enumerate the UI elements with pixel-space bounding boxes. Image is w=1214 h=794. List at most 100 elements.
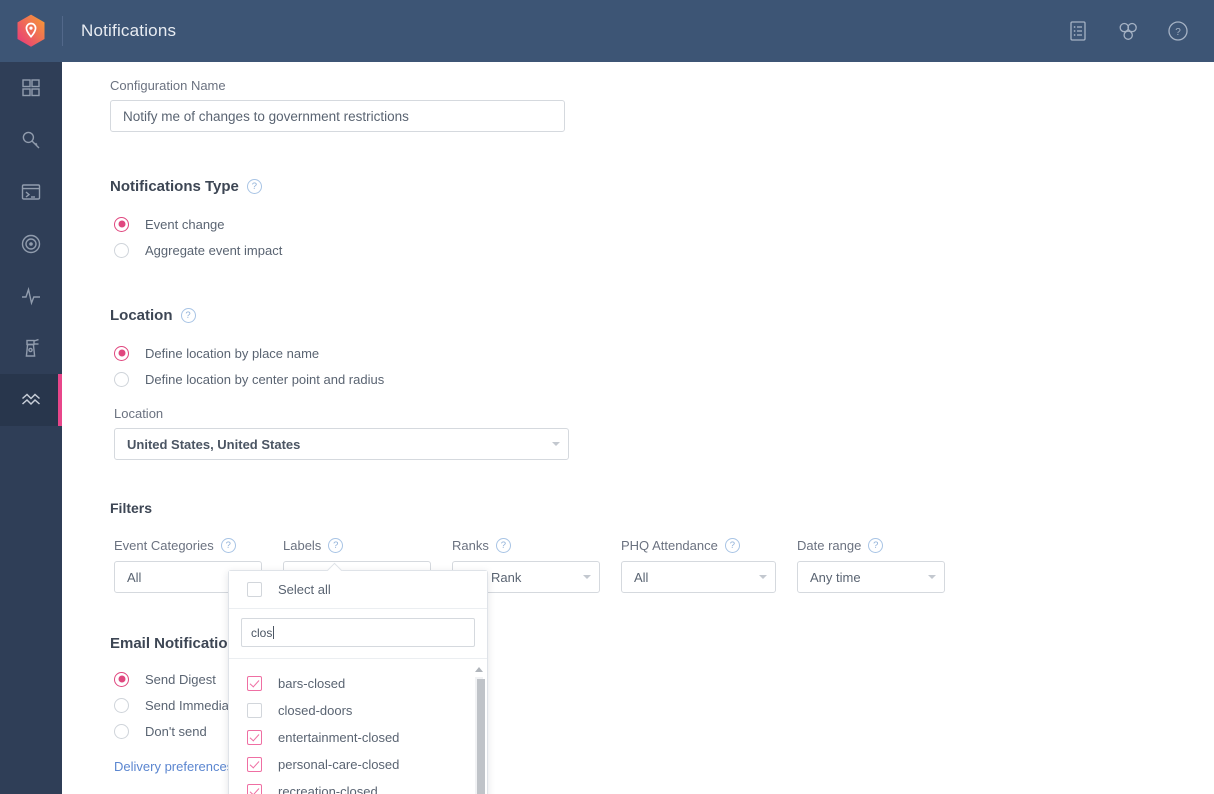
sidebar-item-activity[interactable] <box>0 270 62 322</box>
filter-label: Event Categories <box>114 538 214 553</box>
filter-label: Date range <box>797 538 862 553</box>
notifications-page: Notifications ? Configuration Name Notif… <box>0 0 1214 794</box>
radio-label: Don't send <box>145 723 207 739</box>
chevron-down-icon <box>759 575 767 579</box>
lighthouse-beacon-icon <box>25 338 39 357</box>
email-notifications-heading: Email Notifications <box>110 635 246 652</box>
list-item[interactable]: personal-care-closed <box>229 751 487 778</box>
help-icon-ranks[interactable]: ? <box>495 538 511 553</box>
notifications-type-group: Notifications Type ? Event change Aggreg… <box>110 178 1214 263</box>
labels-search-value: clos <box>251 625 273 640</box>
radio-location-place-name[interactable]: Define location by place name <box>114 340 1214 366</box>
radio-label: Define location by place name <box>145 345 320 361</box>
filter-value: Any time <box>810 569 861 585</box>
help-icon-location[interactable]: ? <box>180 308 196 323</box>
help-icon-notifications-type[interactable]: ? <box>246 179 262 194</box>
search-key-icon <box>22 131 40 149</box>
chevron-down-icon <box>928 575 936 579</box>
phq-attendance-select[interactable]: All <box>621 561 776 593</box>
select-all-checkbox[interactable] <box>247 582 262 597</box>
select-all-label: Select all <box>278 582 331 597</box>
config-name-label: Configuration Name <box>110 78 226 93</box>
help-icon-labels[interactable]: ? <box>328 538 344 553</box>
option-label: recreation-closed <box>278 784 378 794</box>
filter-head: Ranks ? <box>452 538 600 553</box>
radio-indicator-selected <box>114 216 129 232</box>
radio-event-change[interactable]: Event change <box>114 211 1214 237</box>
radio-aggregate-event-impact[interactable]: Aggregate event impact <box>114 237 1214 263</box>
option-checkbox[interactable] <box>247 784 262 794</box>
sidebar-item-dashboard[interactable] <box>0 62 62 114</box>
list-item[interactable]: entertainment-closed <box>229 724 487 751</box>
target-radar-icon <box>21 234 41 254</box>
list-item[interactable]: closed-doors <box>229 697 487 724</box>
chevron-down-icon <box>552 442 560 446</box>
sidebar-item-radar[interactable] <box>0 218 62 270</box>
radio-indicator <box>114 697 129 713</box>
labels-dropdown-panel: Select all clos bars-closed closed-doors <box>228 562 488 794</box>
filter-head: Date range ? <box>797 538 945 553</box>
filter-date-range: Date range ? Any time <box>797 538 945 593</box>
list-document-icon[interactable] <box>1066 19 1090 43</box>
filter-value: All <box>127 569 142 585</box>
radio-indicator-selected <box>114 671 129 687</box>
sidebar-item-console[interactable] <box>0 166 62 218</box>
scroll-up-arrow-icon[interactable] <box>475 667 483 672</box>
sidebar-item-search[interactable] <box>0 114 62 166</box>
help-icon-event-categories[interactable]: ? <box>220 538 236 553</box>
pulse-activity-icon <box>22 286 40 306</box>
filter-phq-attendance: PHQ Attendance ? All <box>621 538 776 593</box>
radio-label: Send Digest <box>145 671 216 687</box>
app-logo[interactable] <box>0 0 62 62</box>
option-checkbox[interactable] <box>247 676 262 691</box>
radio-label: Event change <box>145 216 225 232</box>
location-field-label: Location <box>114 406 164 421</box>
radio-indicator <box>114 371 129 387</box>
predicthq-hex-logo <box>17 14 45 47</box>
select-all-row[interactable]: Select all <box>229 571 487 609</box>
filter-label: PHQ Attendance <box>621 538 718 553</box>
list-item[interactable]: recreation-closed <box>229 778 487 794</box>
list-item[interactable]: bars-closed <box>229 670 487 697</box>
option-label: personal-care-closed <box>278 757 400 772</box>
location-select[interactable]: United States, United States <box>114 428 569 460</box>
svg-text:?: ? <box>1175 27 1181 38</box>
cluster-bubbles-icon[interactable] <box>1116 19 1140 43</box>
chevron-down-icon <box>583 575 591 579</box>
help-icon-date-range[interactable]: ? <box>868 538 884 553</box>
help-circle-icon[interactable]: ? <box>1166 19 1190 43</box>
terminal-console-icon <box>21 184 41 200</box>
location-value: United States, United States <box>127 436 301 452</box>
notifications-type-heading: Notifications Type <box>110 178 239 195</box>
filter-label: Ranks <box>452 538 489 553</box>
radio-location-center-radius[interactable]: Define location by center point and radi… <box>114 366 1214 392</box>
scrollbar-thumb[interactable] <box>477 679 485 794</box>
dropdown-scrollbar[interactable] <box>473 667 485 794</box>
notifications-type-title: Notifications Type ? <box>110 178 1214 195</box>
config-name-group: Configuration Name Notify me of changes … <box>110 78 1214 132</box>
sidebar-item-beacon[interactable] <box>0 322 62 374</box>
filter-head: Event Categories ? <box>114 538 262 553</box>
location-title: Location ? <box>110 307 1214 324</box>
labels-search-input[interactable]: clos <box>241 618 475 647</box>
option-label: entertainment-closed <box>278 730 400 745</box>
sidebar-item-notifications[interactable] <box>0 374 62 426</box>
filter-head: PHQ Attendance ? <box>621 538 776 553</box>
radio-indicator <box>114 242 129 258</box>
filters-heading: Filters <box>110 500 153 516</box>
radio-indicator <box>114 723 129 739</box>
delivery-preferences-link[interactable]: Delivery preferences <box>114 759 233 774</box>
filter-label: Labels <box>283 538 322 553</box>
radio-indicator-selected <box>114 345 129 361</box>
waves-layers-icon <box>22 393 40 406</box>
option-checkbox[interactable] <box>247 757 262 772</box>
option-checkbox[interactable] <box>247 703 262 718</box>
sidebar-rail <box>0 62 62 794</box>
date-range-select[interactable]: Any time <box>797 561 945 593</box>
radio-label: Define location by center point and radi… <box>145 371 385 387</box>
option-checkbox[interactable] <box>247 730 262 745</box>
config-name-input[interactable]: Notify me of changes to government restr… <box>110 100 565 132</box>
dropdown-search-wrap: clos <box>229 609 487 659</box>
scrollbar-track[interactable] <box>475 677 485 794</box>
help-icon-phq-attendance[interactable]: ? <box>724 538 740 553</box>
